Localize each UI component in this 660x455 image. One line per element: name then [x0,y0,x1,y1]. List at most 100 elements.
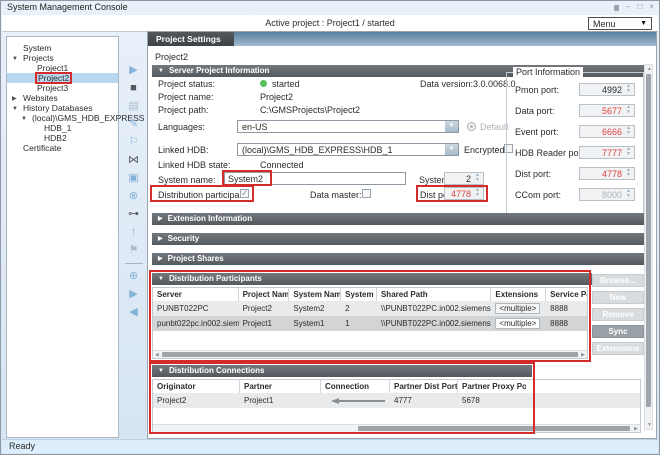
delete-project-icon[interactable]: ⊗ [129,191,138,202]
tree-item-history-databases[interactable]: ▼History Databases [7,103,118,113]
window-controls: – □ × [614,2,654,12]
save-project-icon[interactable]: ▣ [128,173,138,184]
table-row[interactable]: Project2 Project1 4777 5678 [153,393,640,408]
dist-port-info-stepper[interactable]: 4778▲▼ [579,167,635,180]
section-collapsed-icon: ▶ [158,236,163,242]
chevron-down-icon[interactable]: ▼ [445,121,458,132]
project-path-label: Project path: [158,105,209,115]
settings-vertical-scrollbar[interactable]: ▲ ▼ [644,64,653,430]
tree-item-websites[interactable]: ▶Websites [7,93,118,103]
section-distribution-connections[interactable]: ▼Distribution Connections [152,365,532,377]
forward-icon[interactable]: ▶ [129,289,137,300]
extensions-button[interactable]: Extensions [592,342,644,355]
spinner-arrows-icon[interactable]: ▲▼ [624,84,633,95]
connections-horizontal-scrollbar[interactable]: ▶ [153,424,640,432]
system-id-stepper[interactable]: 2 ▲▼ [444,172,484,185]
upgrade-project-icon[interactable]: ↑ [131,227,137,238]
default-radio[interactable] [467,122,476,131]
menu-dropdown[interactable]: Menu ▼ [588,17,652,30]
project-path-value: C:\GMSProjects\Project2 [260,105,360,115]
maximize-button[interactable]: □ [637,2,642,12]
linked-hdb-label: Linked HDB: [158,145,209,155]
copy-project-icon[interactable]: ▤ [128,101,138,112]
tab-bar: Project Settings [148,32,656,46]
scroll-right-icon[interactable]: ▶ [581,352,585,358]
edit-project-icon[interactable]: ✎ [129,119,138,130]
section-expanded-icon: ▼ [158,68,164,74]
scrollbar-thumb[interactable] [162,352,578,357]
rename-project-icon[interactable]: ⚐ [129,137,139,148]
data-port-stepper[interactable]: 5677▲▼ [579,104,635,117]
project-status-value: started [272,79,300,89]
start-project-icon[interactable]: ▶ [129,65,137,76]
spinner-arrows-icon[interactable]: ▲▼ [624,147,633,158]
system-name-input[interactable]: System2 [224,172,406,185]
dist-port-stepper[interactable]: 4778 ▲▼ [444,187,484,200]
pin-project-icon[interactable]: ⚑ [129,245,139,256]
link-hdb-icon[interactable]: ⊶ [128,209,139,220]
scroll-left-icon[interactable]: ◀ [155,352,159,358]
section-extension-information[interactable]: ▶Extension Information [152,213,644,225]
active-project-bar: Active project : Project1 / started Menu… [2,15,658,32]
linked-hdb-dropdown[interactable]: (local)\GMS_HDB_EXPRESS\HDB_1 ▼ [237,143,459,156]
window-title: System Management Console [7,2,128,12]
spinner-arrows-icon[interactable]: ▲▼ [624,126,633,137]
data-master-checkbox[interactable] [362,189,371,198]
spinner-arrows-icon[interactable]: ▲▼ [624,168,633,179]
chevron-down-icon[interactable]: ▼ [445,144,458,155]
section-expanded-icon: ▼ [158,368,164,374]
event-port-stepper[interactable]: 6666▲▼ [579,125,635,138]
scroll-right-icon[interactable]: ▶ [634,426,638,432]
tree-item-projects[interactable]: ▼Projects [7,53,118,63]
extensions-dropdown[interactable]: <multiple> [495,318,540,329]
scrollbar-thumb[interactable] [358,426,630,431]
project-toolbar: ▶ ■ ▤ ✎ ⚐ ⋈ ▣ ⊗ ⊶ ↑ ⚑ ⊕ ▶ ◀ [120,65,147,318]
distribution-edit-icon[interactable]: ⋈ [128,155,139,166]
extensions-dropdown[interactable]: <multiple> [495,303,540,314]
spinner-arrows-icon[interactable]: ▲▼ [624,189,633,200]
spinner-arrows-icon[interactable]: ▲▼ [624,105,633,116]
spinner-arrows-icon[interactable]: ▲▼ [473,188,482,199]
tree-item-project3[interactable]: Project3 [7,83,118,93]
event-port-label: Event port: [515,127,559,137]
scroll-up-icon[interactable]: ▲ [646,66,653,72]
status-text: Ready [9,441,35,451]
section-security[interactable]: ▶Security [152,233,644,245]
pmon-port-stepper[interactable]: 4992▲▼ [579,83,635,96]
toolbar-separator [125,263,143,264]
tab-project-settings[interactable]: Project Settings [148,32,234,46]
tree-item-certificate[interactable]: Certificate [7,143,118,153]
participants-horizontal-scrollbar[interactable]: ◀ ▶ [153,350,587,358]
tree-item-hdb2[interactable]: HDB2 [7,133,118,143]
browse-button[interactable]: Browse... [592,274,644,287]
distribution-participant-checkbox[interactable] [240,189,249,198]
remove-button[interactable]: Remove [592,308,644,321]
table-row[interactable]: punbt022pc.in002.siemen Project1 System1… [153,316,587,331]
spinner-arrows-icon[interactable]: ▲▼ [473,173,482,184]
distribution-participant-label: Distribution participant: [158,190,250,200]
hdb-reader-port-stepper[interactable]: 7777▲▼ [579,146,635,159]
add-icon[interactable]: ⊕ [129,271,138,282]
project-name-value: Project2 [260,92,293,102]
ccom-port-stepper[interactable]: 8000▲▼ [579,188,635,201]
languages-dropdown[interactable]: en-US ▼ [237,120,459,133]
section-project-shares[interactable]: ▶Project Shares [152,253,644,265]
section-distribution-participants[interactable]: ▼Distribution Participants [152,273,592,285]
table-row[interactable]: PUNBT022PC Project2 System2 2 \\PUNBT022… [153,301,587,316]
sync-button[interactable]: Sync [592,325,644,338]
tree-item-hdb1[interactable]: HDB_1 [7,123,118,133]
tree-item-hdb-express[interactable]: ▼(local)\GMS_HDB_EXPRESS [7,113,118,123]
new-button[interactable]: New [592,291,644,304]
linked-hdb-state-label: Linked HDB state: [158,160,231,170]
tree-item-project2-selected[interactable]: Project2 [7,73,118,83]
status-started-icon [260,80,267,87]
close-button[interactable]: × [649,2,654,12]
scroll-down-icon[interactable]: ▼ [646,422,653,428]
minimize-button[interactable]: – [626,2,630,12]
active-project-text: Active project : Project1 / started [2,18,658,28]
scrollbar-thumb[interactable] [646,74,651,407]
hdb-reader-port-label: HDB Reader port: [515,148,587,158]
tree-item-system[interactable]: System [7,43,118,53]
stop-project-icon[interactable]: ■ [130,83,137,94]
back-icon[interactable]: ◀ [129,307,137,318]
